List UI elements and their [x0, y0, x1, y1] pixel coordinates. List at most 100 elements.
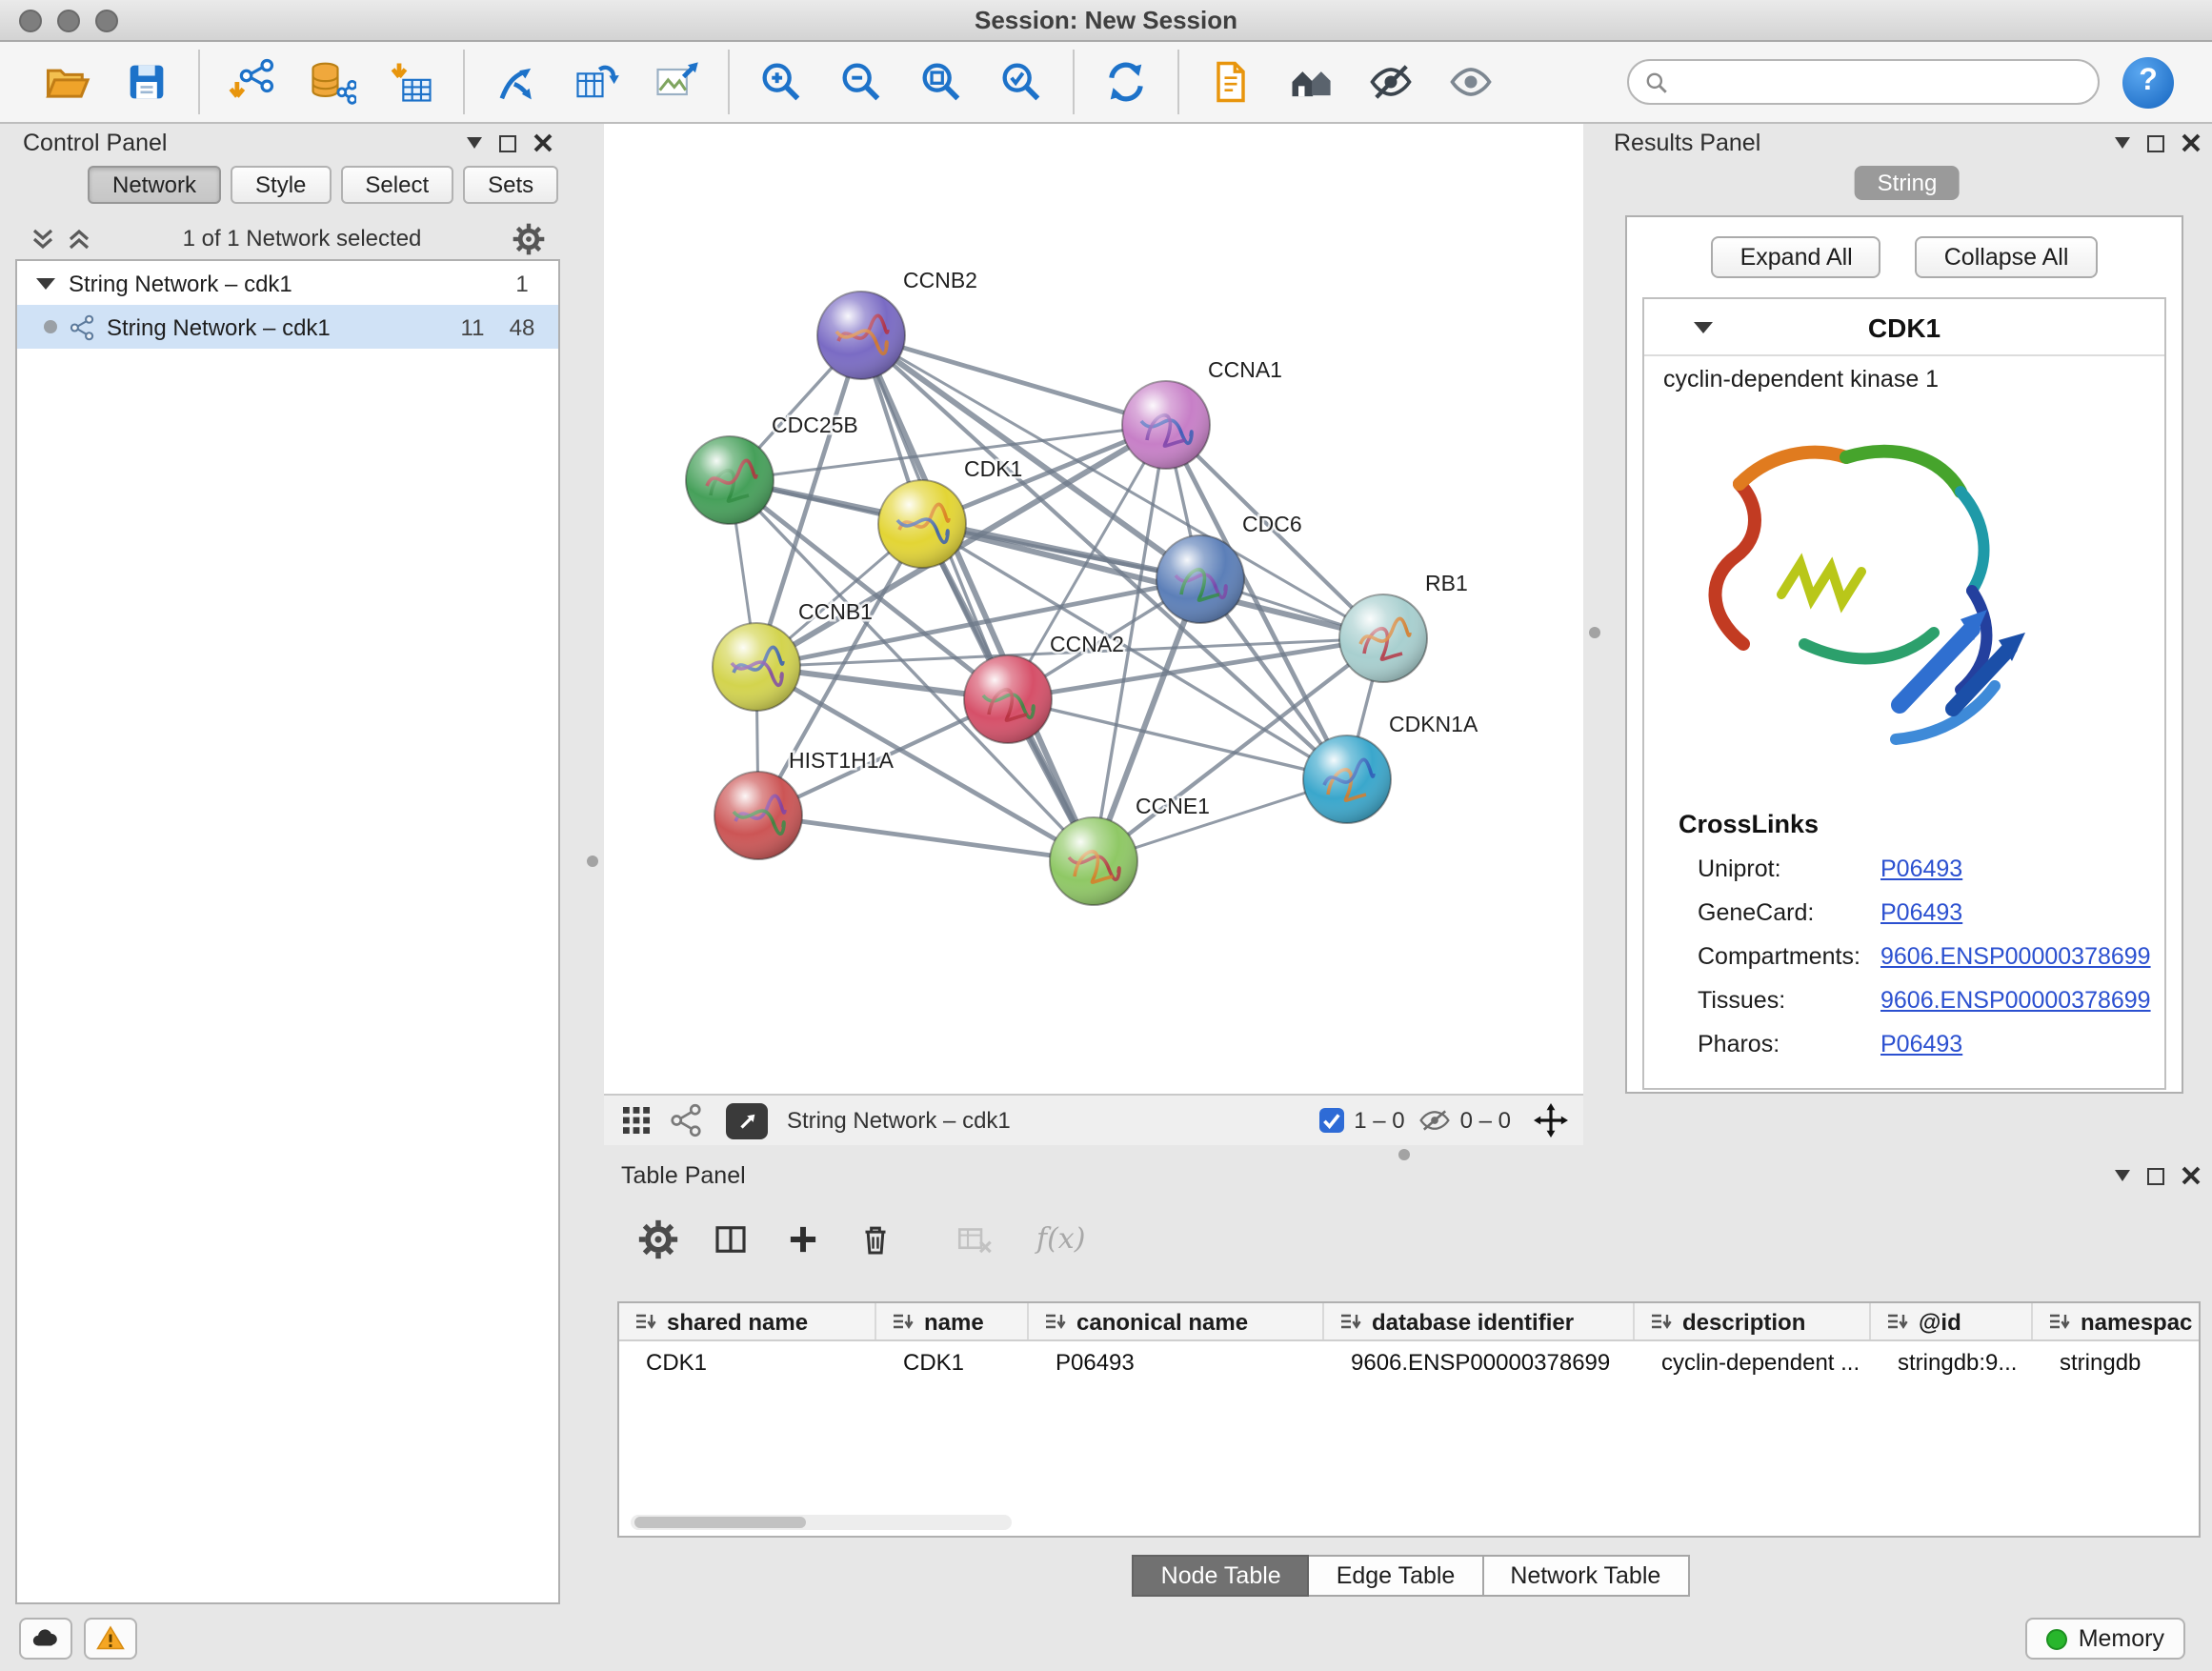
- collapse-all-icon[interactable]: [30, 226, 55, 251]
- tab-node-table[interactable]: Node Table: [1133, 1555, 1310, 1597]
- help-button[interactable]: ?: [2122, 56, 2174, 108]
- cloud-status-button[interactable]: [19, 1618, 72, 1660]
- disclosure-triangle-icon[interactable]: [1694, 321, 1713, 332]
- clone-network-button[interactable]: [556, 46, 636, 118]
- zoom-fit-button[interactable]: [901, 46, 981, 118]
- panel-close-icon[interactable]: [2182, 1166, 2201, 1185]
- edge-CCNB2-CCNE1[interactable]: [861, 335, 1094, 861]
- open-session-button[interactable]: [27, 46, 107, 118]
- edge-CCNB2-CCNA1[interactable]: [861, 335, 1166, 425]
- save-session-button[interactable]: [107, 46, 187, 118]
- gene-symbol: CDK1: [1644, 312, 2164, 342]
- import-table-from-file-button[interactable]: [372, 46, 452, 118]
- maximize-window-button[interactable]: [95, 10, 118, 32]
- splitter-handle[interactable]: [587, 856, 598, 867]
- table-row[interactable]: CDK1CDK1P064939606.ENSP00000378699cyclin…: [619, 1341, 2199, 1383]
- panel-close-icon[interactable]: [533, 133, 553, 152]
- tab-sets[interactable]: Sets: [463, 166, 558, 204]
- refresh-layout-button[interactable]: [1086, 46, 1166, 118]
- crosslink-genecard-link[interactable]: P06493: [1880, 898, 1962, 925]
- results-tab-string[interactable]: String: [1855, 166, 1961, 200]
- panel-window-buttons: [2115, 133, 2201, 152]
- save-floppy-icon: [122, 57, 171, 107]
- splitter-handle[interactable]: [1398, 1149, 1410, 1160]
- horizontal-scrollbar[interactable]: [631, 1515, 1012, 1530]
- memory-button[interactable]: Memory: [2025, 1618, 2185, 1660]
- node-RB1[interactable]: RB1: [1339, 571, 1468, 682]
- detach-view-button[interactable]: [726, 1102, 768, 1138]
- network-from-selection-button[interactable]: [476, 46, 556, 118]
- search-input[interactable]: [1680, 69, 2082, 95]
- tab-style[interactable]: Style: [231, 166, 331, 204]
- share-view-icon[interactable]: [669, 1103, 703, 1137]
- zoom-selected-button[interactable]: [981, 46, 1061, 118]
- column-header-database-identifier[interactable]: database identifier: [1324, 1303, 1635, 1339]
- import-network-from-file-button[interactable]: [211, 46, 292, 118]
- pan-crosshair-icon[interactable]: [1534, 1103, 1568, 1137]
- disclosure-triangle-icon[interactable]: [36, 277, 55, 289]
- hidden-eye-icon[interactable]: [1420, 1109, 1451, 1132]
- node-HIST1H1A[interactable]: HIST1H1A: [714, 748, 895, 859]
- hide-graphics-details-button[interactable]: [1351, 46, 1431, 118]
- network-row[interactable]: String Network – cdk1 11 48: [17, 305, 558, 349]
- edge-HIST1H1A-CCNE1[interactable]: [758, 815, 1094, 861]
- splitter-handle[interactable]: [1589, 627, 1600, 638]
- import-network-from-database-button[interactable]: [292, 46, 372, 118]
- minimize-window-button[interactable]: [57, 10, 80, 32]
- network-collection-row[interactable]: String Network – cdk1 1: [17, 261, 558, 305]
- crosslink-pharos-link[interactable]: P06493: [1880, 1030, 1962, 1057]
- warnings-button[interactable]: [84, 1618, 137, 1660]
- panel-close-icon[interactable]: [2182, 133, 2201, 152]
- zoom-out-button[interactable]: [821, 46, 901, 118]
- annotations-button[interactable]: [1191, 46, 1271, 118]
- panel-float-icon[interactable]: [499, 134, 516, 151]
- panel-menu-icon[interactable]: [2115, 1170, 2130, 1181]
- column-header-shared-name[interactable]: shared name: [619, 1303, 876, 1339]
- add-column-button[interactable]: [774, 1210, 831, 1267]
- gear-icon[interactable]: [513, 222, 545, 254]
- column-header-name[interactable]: name: [876, 1303, 1029, 1339]
- network-overview-button[interactable]: [1271, 46, 1351, 118]
- panel-float-icon[interactable]: [2147, 134, 2164, 151]
- show-graphics-details-button[interactable]: [1431, 46, 1511, 118]
- close-window-button[interactable]: [19, 10, 42, 32]
- trash-icon: [855, 1218, 895, 1258]
- collapse-all-button[interactable]: Collapse All: [1916, 236, 2098, 278]
- network-graph[interactable]: CCNB2CCNA1CDC25BCDK1CDC6RB1CCNB1CCNA2CDK…: [604, 124, 1583, 1094]
- column-header-id[interactable]: @id: [1871, 1303, 2033, 1339]
- expand-all-icon[interactable]: [67, 226, 91, 251]
- tab-network-table[interactable]: Network Table: [1483, 1555, 1689, 1597]
- column-header-description[interactable]: description: [1635, 1303, 1871, 1339]
- crosslink-uniprot-link[interactable]: P06493: [1880, 855, 1962, 881]
- zoom-out-icon: [836, 57, 886, 107]
- panel-menu-icon[interactable]: [2115, 137, 2130, 149]
- memory-status-dot-icon: [2046, 1628, 2067, 1649]
- show-columns-button[interactable]: [701, 1210, 758, 1267]
- node-CDK1[interactable]: CDK1: [878, 456, 1022, 568]
- tab-network[interactable]: Network: [88, 166, 221, 204]
- crosslink-tissues-link[interactable]: 9606.ENSP00000378699: [1880, 986, 2151, 1013]
- search-box[interactable]: [1627, 59, 2100, 105]
- eye-slash-icon: [1366, 57, 1416, 107]
- sort-icon: [1650, 1310, 1673, 1333]
- column-header-canonical-name[interactable]: canonical name: [1029, 1303, 1324, 1339]
- delete-column-button[interactable]: [846, 1210, 903, 1267]
- expand-all-button[interactable]: Expand All: [1712, 236, 1881, 278]
- checkbox-icon[interactable]: [1317, 1107, 1344, 1134]
- panel-menu-icon[interactable]: [467, 137, 482, 149]
- grid-icon[interactable]: [619, 1103, 654, 1137]
- network-canvas[interactable]: CCNB2CCNA1CDC25BCDK1CDC6RB1CCNB1CCNA2CDK…: [604, 124, 1583, 1094]
- tab-edge-table[interactable]: Edge Table: [1310, 1555, 1484, 1597]
- gene-accordion-header[interactable]: CDK1: [1644, 299, 2164, 356]
- crosslink-compartments-link[interactable]: 9606.ENSP00000378699: [1880, 942, 2151, 969]
- scrollbar-thumb[interactable]: [634, 1517, 806, 1528]
- node-CDKN1A[interactable]: CDKN1A: [1303, 712, 1478, 823]
- column-header-namespac[interactable]: namespac: [2033, 1303, 2201, 1339]
- panel-float-icon[interactable]: [2147, 1167, 2164, 1184]
- export-image-button[interactable]: [636, 46, 716, 118]
- application-window: Session: New Session: [0, 0, 2212, 1671]
- zoom-in-button[interactable]: [741, 46, 821, 118]
- tab-select[interactable]: Select: [340, 166, 453, 204]
- node-CCNA1[interactable]: CCNA1: [1122, 357, 1282, 469]
- table-settings-button[interactable]: [629, 1210, 686, 1267]
